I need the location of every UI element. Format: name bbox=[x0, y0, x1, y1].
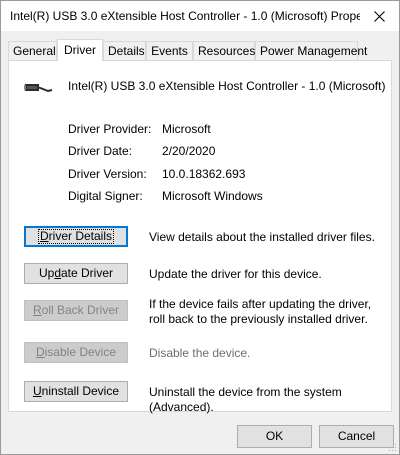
update-driver-label: Update Driver bbox=[38, 266, 114, 280]
tab-events[interactable]: Events bbox=[146, 41, 193, 60]
driver-provider-row: Driver Provider: Microsoft bbox=[68, 122, 211, 136]
disable-device-description: Disable the device. bbox=[149, 346, 251, 360]
digital-signer-value: Microsoft Windows bbox=[162, 189, 263, 203]
tab-power-management[interactable]: Power Management bbox=[255, 41, 367, 60]
driver-provider-value: Microsoft bbox=[162, 122, 211, 136]
update-driver-button[interactable]: Update Driver bbox=[24, 263, 128, 284]
usb-device-icon bbox=[24, 84, 53, 93]
driver-details-description: View details about the installed driver … bbox=[149, 230, 375, 244]
driver-details-label: Driver Details bbox=[37, 229, 115, 244]
title-bar[interactable]: Intel(R) USB 3.0 eXtensible Host Control… bbox=[1, 1, 399, 31]
ok-button[interactable]: OK bbox=[237, 425, 312, 448]
tab-strip: General Driver Details Events Resources … bbox=[8, 39, 392, 61]
driver-date-value: 2/20/2020 bbox=[162, 144, 216, 158]
roll-back-driver-button[interactable]: Roll Back Driver bbox=[24, 300, 128, 321]
uninstall-device-button[interactable]: Uninstall Device bbox=[24, 381, 128, 402]
disable-device-label: Disable Device bbox=[35, 345, 117, 359]
driver-version-value: 10.0.18362.693 bbox=[162, 167, 246, 181]
window-title: Intel(R) USB 3.0 eXtensible Host Control… bbox=[10, 9, 360, 23]
driver-tab-panel: Intel(R) USB 3.0 eXtensible Host Control… bbox=[8, 60, 392, 414]
properties-dialog: Intel(R) USB 3.0 eXtensible Host Control… bbox=[0, 0, 400, 455]
disable-device-button[interactable]: Disable Device bbox=[24, 342, 128, 363]
roll-back-driver-label: Roll Back Driver bbox=[32, 303, 120, 317]
resize-grip-icon[interactable] bbox=[387, 442, 397, 452]
tab-driver[interactable]: Driver bbox=[57, 39, 103, 61]
uninstall-device-description: Uninstall the device from the system (Ad… bbox=[149, 385, 342, 414]
driver-provider-label: Driver Provider: bbox=[68, 122, 152, 136]
digital-signer-label: Digital Signer: bbox=[68, 189, 143, 203]
update-driver-description: Update the driver for this device. bbox=[149, 267, 322, 281]
driver-version-row: Driver Version: 10.0.18362.693 bbox=[68, 167, 245, 181]
cancel-button[interactable]: Cancel bbox=[319, 425, 394, 448]
driver-date-row: Driver Date: 2/20/2020 bbox=[68, 144, 215, 158]
uninstall-device-label: Uninstall Device bbox=[32, 384, 120, 398]
driver-date-label: Driver Date: bbox=[68, 144, 133, 158]
tab-general[interactable]: General bbox=[8, 41, 57, 60]
device-name: Intel(R) USB 3.0 eXtensible Host Control… bbox=[68, 79, 386, 93]
driver-version-label: Driver Version: bbox=[68, 167, 147, 181]
tab-details[interactable]: Details bbox=[103, 41, 146, 60]
roll-back-driver-description: If the device fails after updating the d… bbox=[149, 297, 372, 326]
close-button[interactable] bbox=[359, 1, 399, 31]
tab-resources[interactable]: Resources bbox=[193, 41, 255, 60]
driver-details-button[interactable]: Driver Details bbox=[24, 226, 128, 247]
close-icon bbox=[373, 10, 385, 22]
digital-signer-row: Digital Signer: Microsoft Windows bbox=[68, 189, 263, 203]
